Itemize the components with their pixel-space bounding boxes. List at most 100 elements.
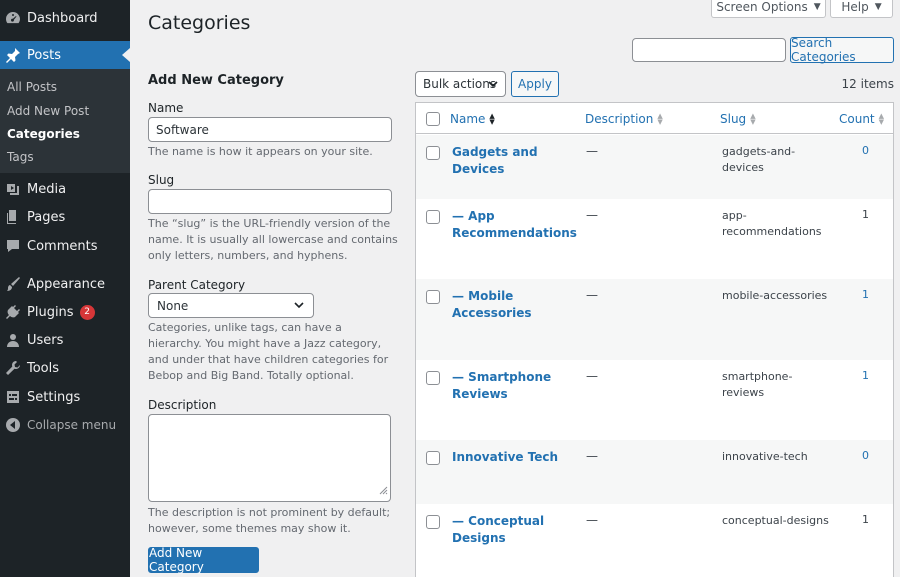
column-header-slug[interactable]: Slug ▲ ▼ xyxy=(720,112,756,126)
slug-input[interactable] xyxy=(148,189,392,214)
menu-item-appearance[interactable]: Appearance xyxy=(0,270,130,298)
help-button[interactable]: Help ▼ xyxy=(830,0,893,18)
menu-label: Tools xyxy=(27,360,60,376)
menu-item-tools[interactable]: Tools xyxy=(0,354,130,382)
users-icon xyxy=(0,332,26,348)
row-checkbox[interactable] xyxy=(426,451,440,465)
parent-category-help-text: Categories, unlike tags, can have a hier… xyxy=(148,321,389,382)
parent-category-value: None xyxy=(157,298,189,313)
name-label: Name xyxy=(148,101,184,115)
settings-icon xyxy=(0,389,26,405)
search-categories-button[interactable]: Search Categories xyxy=(790,36,894,64)
row-checkbox[interactable] xyxy=(426,290,440,304)
category-count: 1 xyxy=(862,513,869,526)
chevron-down-icon xyxy=(487,78,499,93)
submenu-all-posts[interactable]: All Posts xyxy=(7,80,57,94)
category-name-link[interactable]: — Smartphone Reviews xyxy=(452,369,562,403)
menu-item-settings[interactable]: Settings xyxy=(0,383,130,411)
category-count-link[interactable]: 0 xyxy=(862,449,869,462)
category-name-link[interactable]: Gadgets and Devices xyxy=(452,144,572,178)
menu-item-users[interactable]: Users xyxy=(0,326,130,354)
menu-label: Plugins xyxy=(27,304,74,320)
description-help-text: The description is not prominent by defa… xyxy=(148,506,391,535)
column-header-count[interactable]: Count ▲ ▼ xyxy=(839,112,884,126)
category-slug: smartphone-reviews xyxy=(722,370,793,399)
plugin-icon xyxy=(0,304,26,320)
category-count-link[interactable]: 1 xyxy=(862,369,869,382)
row-checkbox[interactable] xyxy=(426,210,440,224)
description-textarea[interactable] xyxy=(148,414,391,502)
menu-item-media[interactable]: Media xyxy=(0,175,130,203)
menu-label: Comments xyxy=(27,238,98,254)
pages-icon xyxy=(0,209,26,225)
screen-options-label: Screen Options xyxy=(716,0,808,14)
menu-item-pages[interactable]: Pages xyxy=(0,203,130,231)
screen-options-button[interactable]: Screen Options ▼ xyxy=(711,0,826,18)
slug-label: Slug xyxy=(148,173,175,187)
slug-help-text: The “slug” is the URL-friendly version o… xyxy=(148,217,398,262)
apply-button[interactable]: Apply xyxy=(511,71,559,97)
menu-label: Settings xyxy=(27,389,81,405)
collapse-menu-button[interactable]: Collapse menu xyxy=(0,411,130,439)
page-title: Categories xyxy=(148,12,251,34)
menu-item-plugins[interactable]: Plugins 2 xyxy=(0,298,130,326)
add-new-category-button[interactable]: Add New Category xyxy=(148,546,259,574)
category-description: — xyxy=(586,144,598,158)
menu-label: Media xyxy=(27,181,67,197)
submenu-tags[interactable]: Tags xyxy=(7,150,34,164)
table-header: Name ▲ ▼ Description ▲ ▼ Slug ▲ ▼ Count ▲ ▼ xyxy=(416,103,893,134)
comments-icon xyxy=(0,238,26,254)
category-count-link[interactable]: 0 xyxy=(862,144,869,157)
row-checkbox[interactable] xyxy=(426,146,440,160)
category-name-link[interactable]: — App Recommendations xyxy=(452,208,577,242)
posts-submenu: All Posts Add New Post Categories Tags xyxy=(0,69,130,173)
caret-down-icon: ▼ xyxy=(874,1,882,12)
name-input[interactable]: Software xyxy=(148,117,392,142)
row-checkbox[interactable] xyxy=(426,515,440,529)
category-slug: gadgets-and-devices xyxy=(722,145,796,174)
column-header-count-label: Count xyxy=(839,112,875,126)
menu-label: Dashboard xyxy=(27,10,98,26)
menu-item-comments[interactable]: Comments xyxy=(0,232,130,260)
table-row: — App Recommendations — app-recommendati… xyxy=(416,199,893,279)
menu-item-dashboard[interactable]: Dashboard xyxy=(0,4,130,32)
plugins-update-badge: 2 xyxy=(79,304,95,320)
help-label: Help xyxy=(841,0,869,14)
row-checkbox[interactable] xyxy=(426,371,440,385)
submenu-add-new-post[interactable]: Add New Post xyxy=(7,104,89,118)
table-row: — Conceptual Designs — conceptual-design… xyxy=(416,504,893,577)
parent-category-label: Parent Category xyxy=(148,278,246,292)
submenu-categories[interactable]: Categories xyxy=(7,127,80,141)
table-row: — Smartphone Reviews — smartphone-review… xyxy=(416,360,893,440)
chevron-down-icon xyxy=(293,299,305,314)
column-header-name[interactable]: Name ▲ ▼ xyxy=(450,112,495,126)
column-header-description-label: Description xyxy=(585,112,654,126)
caret-down-icon: ▼ xyxy=(813,1,821,12)
menu-label: Users xyxy=(27,332,64,348)
category-name-link[interactable]: Innovative Tech xyxy=(452,449,572,466)
select-all-checkbox[interactable] xyxy=(426,112,440,126)
resize-grip-icon[interactable] xyxy=(378,484,388,499)
add-new-category-heading: Add New Category xyxy=(148,73,284,88)
category-slug: innovative-tech xyxy=(722,450,808,463)
bulk-actions-select[interactable]: Bulk actions xyxy=(415,71,506,97)
menu-item-posts[interactable]: Posts xyxy=(0,41,130,69)
category-slug: mobile-accessories xyxy=(722,289,828,302)
category-name-link[interactable]: — Conceptual Designs xyxy=(452,513,552,547)
admin-sidebar: Dashboard Posts All Posts Add New Post C… xyxy=(0,0,130,577)
menu-label: Pages xyxy=(27,209,66,225)
parent-category-select[interactable]: None xyxy=(148,293,314,318)
column-header-name-label: Name xyxy=(450,112,486,126)
table-row: — Mobile Accessories — mobile-accessorie… xyxy=(416,279,893,360)
description-label: Description xyxy=(148,398,217,412)
sort-icon: ▲ ▼ xyxy=(750,112,756,126)
items-count: 12 items xyxy=(841,77,894,91)
dashboard-icon xyxy=(0,10,26,26)
category-name-link[interactable]: — Mobile Accessories xyxy=(452,288,552,322)
categories-table: Name ▲ ▼ Description ▲ ▼ Slug ▲ ▼ Count ▲ ▼ … xyxy=(415,102,894,577)
category-count-link[interactable]: 1 xyxy=(862,288,869,301)
media-icon xyxy=(0,181,26,197)
sort-icon: ▲ ▼ xyxy=(878,112,885,126)
search-categories-input[interactable] xyxy=(632,38,786,62)
column-header-description[interactable]: Description ▲ ▼ xyxy=(585,112,663,126)
